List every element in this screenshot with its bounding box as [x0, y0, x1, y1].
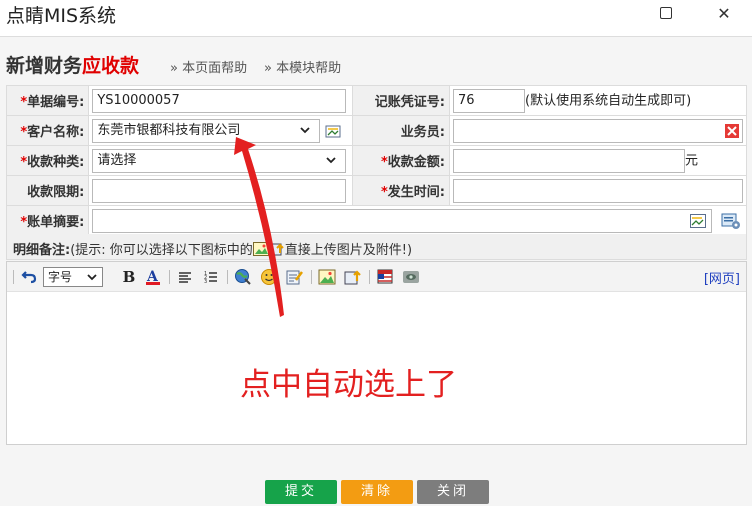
undo-icon: [21, 271, 37, 284]
notes-hint-after: 直接上传图片及附件!): [284, 243, 413, 258]
notes-hint-before: (提示: 你可以选择以下图标中的: [70, 243, 253, 258]
amount-label: *收款金额:: [351, 145, 451, 176]
page-title-highlight: 应收款: [82, 55, 140, 77]
preview-eye-icon: [403, 271, 419, 283]
customer-lookup-icon[interactable]: [325, 123, 341, 139]
flag-icon: [377, 269, 393, 284]
form-table: *单据编号: YS10000057 记账凭证号: 76 (默认使用系统自动生成即可…: [5, 85, 747, 236]
deadline-input[interactable]: [92, 178, 347, 203]
chevron-down-icon: [326, 156, 336, 163]
close-button[interactable]: 关闭: [417, 480, 489, 504]
image-icon: [318, 269, 336, 285]
font-color-icon: A: [146, 269, 160, 285]
bold-icon: B: [122, 268, 136, 286]
bold-button[interactable]: B: [119, 268, 139, 286]
upload-attachment-button[interactable]: [343, 268, 363, 286]
clear-salesman-icon[interactable]: [725, 123, 739, 138]
maximize-button[interactable]: [646, 0, 686, 26]
insert-flash-button[interactable]: [375, 268, 395, 286]
chevron-down-icon: [87, 274, 97, 281]
insert-image-button[interactable]: [317, 268, 337, 286]
summary-input[interactable]: [92, 208, 713, 233]
summary-label: *账单摘要:: [5, 205, 90, 236]
web-mode-link[interactable]: [网页]: [704, 268, 740, 287]
page-help-link[interactable]: » 本页面帮助: [170, 57, 247, 76]
undo-button[interactable]: [19, 268, 39, 286]
close-icon: ✕: [717, 3, 731, 23]
notes-label: 明细备注:: [13, 243, 71, 258]
salesman-label: 业务员:: [351, 115, 451, 146]
svg-text:3: 3: [204, 279, 207, 285]
doc-no-input[interactable]: YS10000057: [92, 88, 347, 113]
voucher-hint: (默认使用系统自动生成即可): [525, 93, 692, 108]
upload-icon: [344, 270, 361, 285]
maximize-icon: [660, 7, 672, 19]
font-color-button[interactable]: A: [143, 268, 163, 286]
font-size-select[interactable]: 字号: [43, 267, 103, 287]
preview-button[interactable]: [401, 268, 421, 286]
clear-button[interactable]: 清除: [341, 480, 413, 504]
module-help-link[interactable]: » 本模块帮助: [264, 57, 341, 76]
salesman-input[interactable]: [453, 118, 743, 143]
type-select[interactable]: 请选择: [92, 148, 347, 173]
page-title-main: 新增财务: [6, 55, 83, 77]
voucher-label: 记账凭证号:: [351, 85, 451, 116]
window-titlebar: 点睛MIS系统 ✕: [0, 0, 752, 30]
time-input[interactable]: [453, 178, 743, 203]
summary-lookup-icon[interactable]: [690, 213, 707, 228]
amount-unit: 元: [685, 153, 699, 168]
close-window-button[interactable]: ✕: [704, 0, 744, 26]
align-button[interactable]: [175, 268, 195, 286]
rich-text-editor[interactable]: 字号 B A 123 [网页]: [6, 261, 747, 445]
amount-input[interactable]: [453, 148, 685, 173]
annotation-arrow: [234, 137, 284, 317]
align-icon: [179, 272, 191, 283]
page-title: 新增财务应收款: [6, 51, 139, 78]
voucher-input[interactable]: 76: [453, 88, 525, 113]
main-panel: 新增财务应收款 » 本页面帮助 » 本模块帮助 *单据编号: YS1000005…: [0, 36, 752, 506]
customer-label: *客户名称:: [5, 115, 90, 146]
deadline-label: 收款限期:: [5, 175, 90, 206]
annotation-text: 点中自动选上了: [240, 367, 457, 403]
editor-toolbar: 字号 B A 123 [网页]: [7, 262, 746, 292]
chevron-down-icon: [300, 126, 310, 133]
submit-button[interactable]: 提交: [265, 480, 337, 504]
window-title: 点睛MIS系统: [6, 5, 117, 27]
list-icon: 123: [204, 271, 217, 285]
time-label: *发生时间:: [351, 175, 451, 206]
type-label: *收款种类:: [5, 145, 90, 176]
doc-no-label: *单据编号:: [5, 85, 90, 116]
notes-label-row: 明细备注:(提示: 你可以选择以下图标中的 直接上传图片及附件!): [6, 234, 747, 260]
list-button[interactable]: 123: [201, 268, 221, 286]
summary-settings-icon[interactable]: [721, 212, 741, 230]
